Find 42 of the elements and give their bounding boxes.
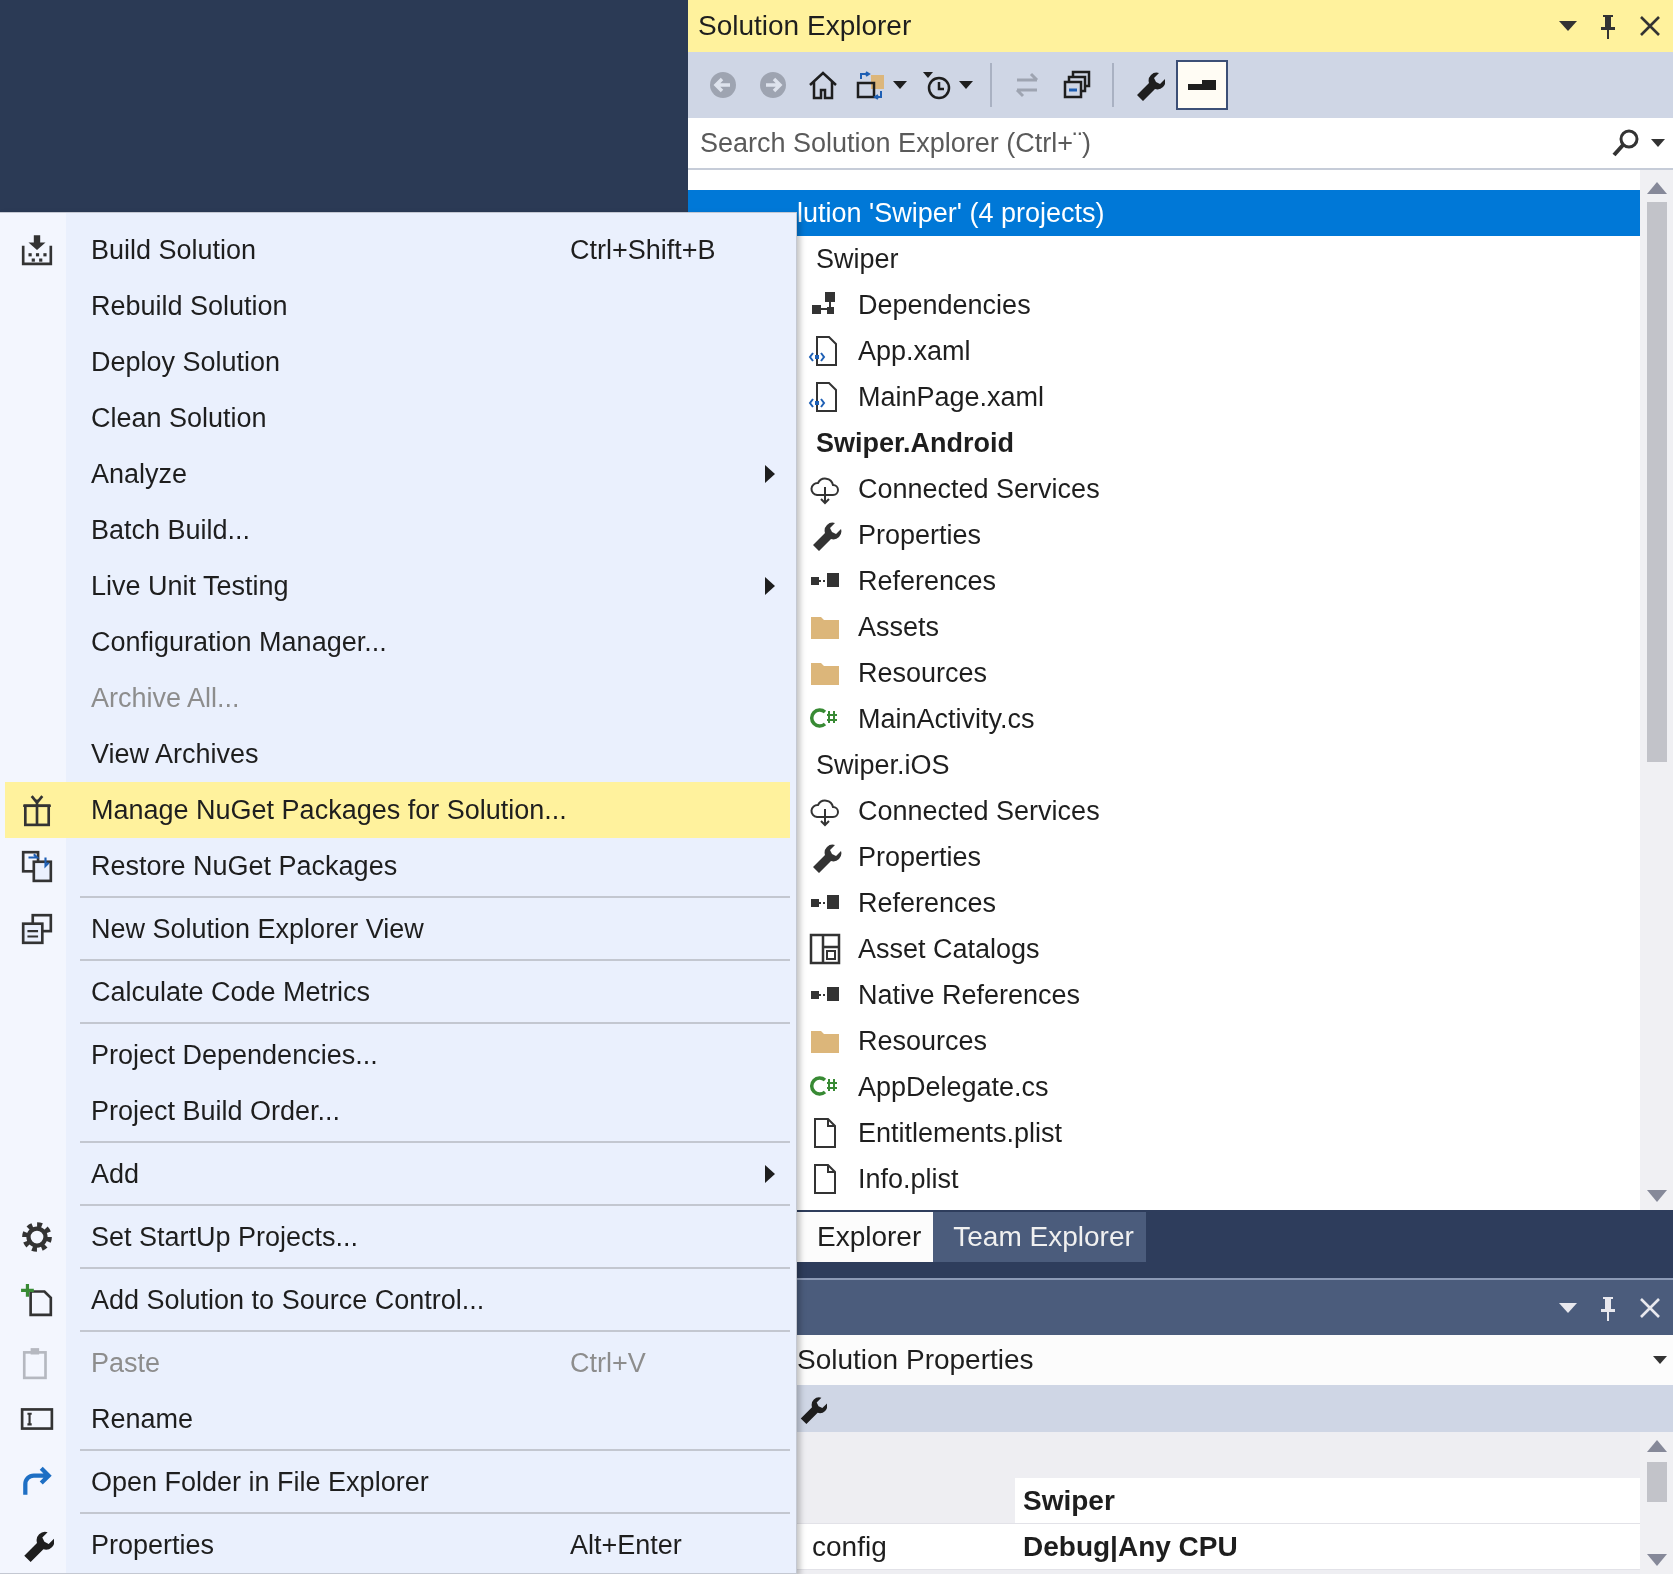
caret-down-icon <box>1651 139 1665 147</box>
pin-icon <box>1599 13 1617 39</box>
menu-item[interactable]: Rename <box>5 1391 790 1447</box>
search-input[interactable]: Search Solution Explorer (Ctrl+¨) <box>698 126 1605 160</box>
panel-title: Solution Explorer <box>698 10 913 42</box>
collapse-all-icon <box>1061 69 1093 101</box>
toolbar-button[interactable] <box>1176 60 1228 110</box>
property-value: Debug|Any CPU <box>1015 1524 1640 1569</box>
caret-down-icon <box>1559 21 1577 31</box>
search-field[interactable]: Search Solution Explorer (Ctrl+¨) <box>688 118 1673 170</box>
scroll-up-icon <box>1646 182 1667 194</box>
property-value: Swiper <box>1015 1478 1640 1523</box>
asset-catalog-icon <box>808 933 842 965</box>
menu-item[interactable]: Manage NuGet Packages for Solution... <box>5 782 790 838</box>
windows-icon <box>19 912 54 946</box>
caret-down-icon <box>1653 1356 1667 1364</box>
caret-down-icon <box>959 81 973 89</box>
scroll-down-icon <box>1646 1554 1667 1566</box>
build-icon <box>19 233 54 267</box>
add-document-icon <box>19 1283 54 1317</box>
caret-down-icon <box>893 81 907 89</box>
menu-item[interactable]: Add Solution to Source Control... <box>5 1272 790 1328</box>
panel-tab[interactable]: Team Explorer <box>933 1212 1146 1262</box>
scroll-up-icon <box>1646 1440 1667 1452</box>
menu-item[interactable]: Set StartUp Projects... <box>5 1209 790 1265</box>
restore-packages-icon <box>19 849 54 883</box>
menu-item[interactable]: Open Folder in File Explorer <box>5 1454 790 1510</box>
scroll-thumb[interactable] <box>1646 1462 1667 1502</box>
preview-icon <box>1187 79 1217 91</box>
home-icon <box>807 69 839 101</box>
pin-icon <box>1599 1294 1617 1321</box>
gear-icon <box>19 1220 54 1254</box>
close-icon <box>1639 1296 1661 1319</box>
caret-down-icon <box>1559 1302 1577 1313</box>
scroll-thumb[interactable] <box>1646 202 1667 762</box>
close-icon <box>1639 15 1661 37</box>
tree-item[interactable]: lution 'Swiper' (4 projects) <box>688 190 1640 236</box>
scroll-down-icon <box>1646 1190 1667 1202</box>
clock-filter-icon <box>921 69 953 101</box>
panel-tab[interactable]: Explorer <box>797 1212 934 1262</box>
folder-sync-icon <box>855 69 887 101</box>
scrollbar[interactable] <box>1640 170 1673 1210</box>
